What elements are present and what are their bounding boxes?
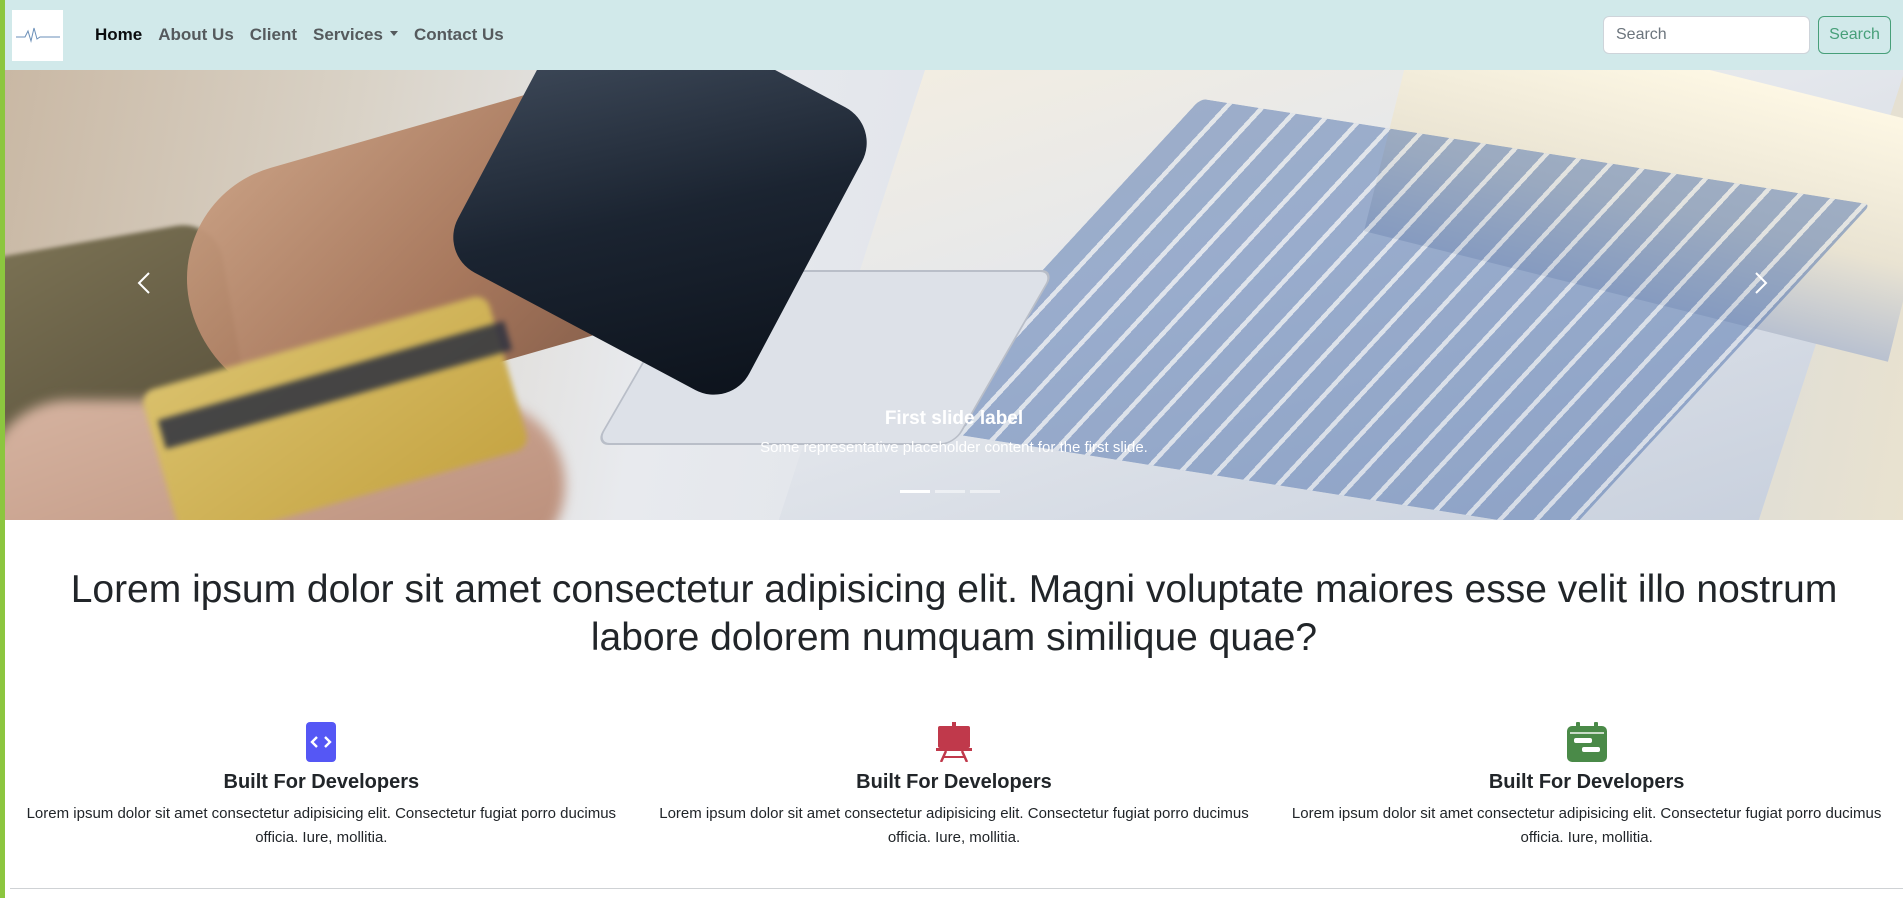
nav-links: Home About Us Client Services Contact Us: [87, 25, 512, 45]
code-icon: [301, 722, 341, 762]
section-divider: [10, 888, 1903, 889]
features-row: Built For Developers Lorem ipsum dolor s…: [5, 722, 1903, 850]
carousel-indicator-3[interactable]: [970, 490, 1000, 493]
nav-link-about-us[interactable]: About Us: [150, 25, 242, 45]
brand-logo[interactable]: [12, 9, 63, 61]
feature-title: Built For Developers: [856, 771, 1052, 793]
nav-link-client[interactable]: Client: [242, 25, 305, 45]
heartbeat-logo-icon: [15, 27, 60, 43]
hero-carousel: First slide label Some representative pl…: [5, 70, 1903, 520]
chevron-right-icon: [1755, 272, 1768, 294]
carousel-prev-button[interactable]: [125, 263, 165, 303]
feature-text: Lorem ipsum dolor sit amet consectetur a…: [1291, 805, 1882, 846]
caption-text: Some representative placeholder content …: [760, 439, 1148, 456]
nav-link-services[interactable]: Services: [305, 25, 406, 45]
nav-link-services-label: Services: [313, 25, 383, 44]
feature-text: Lorem ipsum dolor sit amet consectetur a…: [659, 805, 1249, 846]
caption-title: First slide label: [884, 408, 1024, 429]
caret-down-icon: [389, 31, 398, 37]
feature-text: Lorem ipsum dolor sit amet consectetur a…: [26, 805, 617, 846]
calendar-icon: [1566, 722, 1607, 762]
feature-item: Built For Developers Lorem ipsum dolor s…: [24, 722, 618, 850]
carousel-next-button[interactable]: [1740, 263, 1780, 303]
easel-icon: [934, 722, 974, 762]
feature-item: Built For Developers Lorem ipsum dolor s…: [1290, 722, 1884, 850]
search-button[interactable]: Search: [1818, 16, 1891, 54]
chevron-left-icon: [137, 272, 150, 294]
left-accent-strip: [0, 0, 5, 898]
nav-link-home[interactable]: Home: [87, 25, 150, 45]
nav-link-contact-us[interactable]: Contact Us: [406, 25, 512, 45]
carousel-caption: First slide label Some representative pl…: [5, 408, 1903, 456]
carousel-indicator-2[interactable]: [935, 490, 965, 493]
navbar: Home About Us Client Services Contact Us…: [5, 0, 1903, 70]
feature-title: Built For Developers: [223, 771, 420, 793]
carousel-indicator-1[interactable]: [900, 490, 930, 493]
carousel-indicators: [900, 490, 1000, 493]
search-form: Search: [1603, 16, 1891, 54]
feature-item: Built For Developers Lorem ipsum dolor s…: [657, 722, 1251, 850]
search-input[interactable]: [1603, 16, 1810, 54]
feature-title: Built For Developers: [1488, 771, 1685, 793]
lead-text: Lorem ipsum dolor sit amet consectetur a…: [70, 568, 1838, 659]
